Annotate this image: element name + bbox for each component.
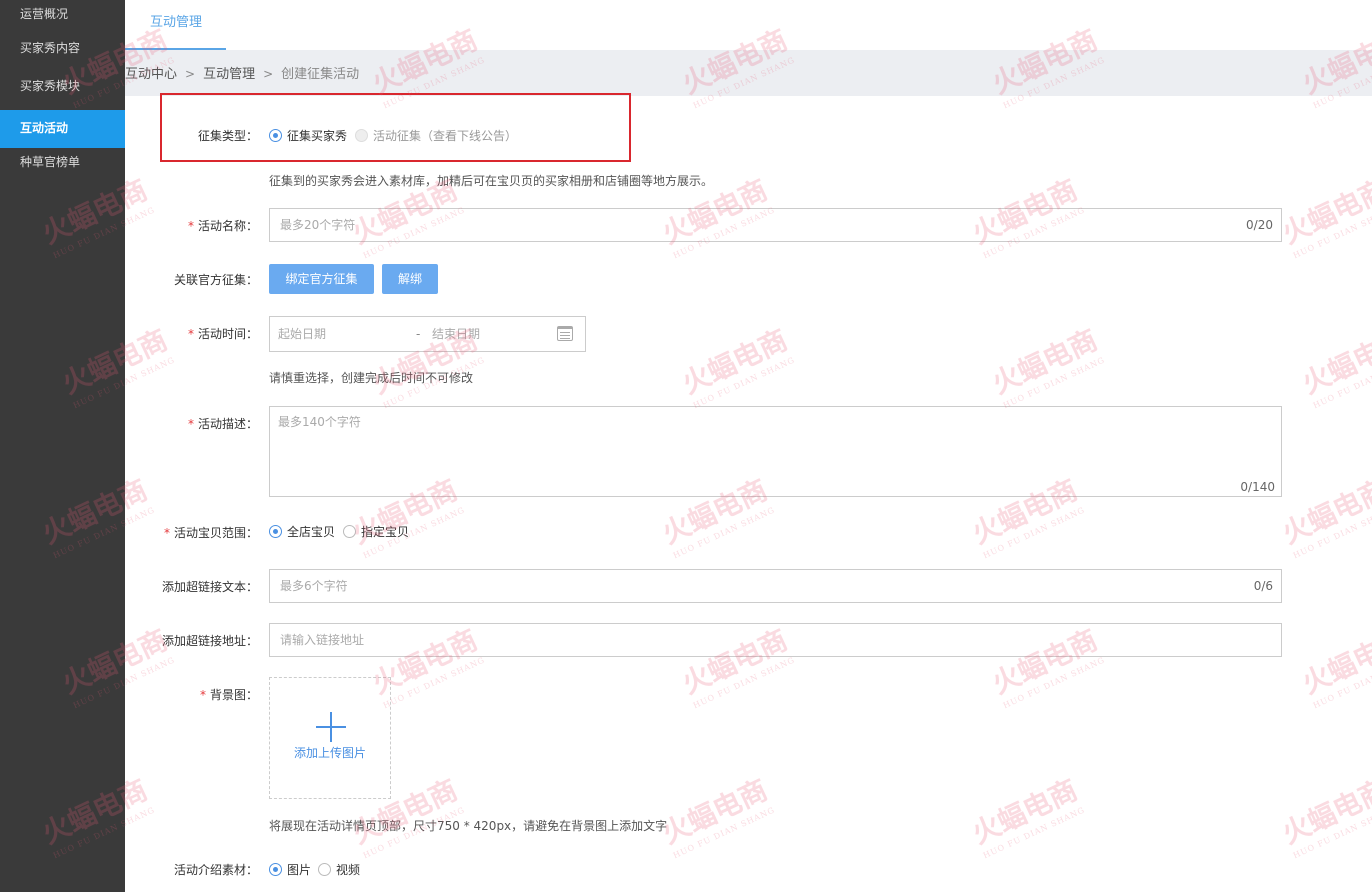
required-mark: * [187, 327, 194, 341]
activity-name-field: 0/20 [269, 208, 1282, 242]
link-url-label: 添加超链接地址： [161, 634, 258, 648]
intro-material-image-option[interactable]: 图片 [269, 861, 311, 878]
required-mark: * [187, 417, 194, 431]
date-range-picker: - [269, 316, 586, 352]
background-upload[interactable]: 添加上传图片 [269, 677, 391, 799]
option-label: 指定宝贝 [361, 525, 410, 539]
calendar-icon[interactable] [557, 326, 573, 341]
label-text: 活动名称： [197, 219, 258, 233]
option-label: 活动征集（查看下线公告） [373, 129, 518, 143]
end-date-input[interactable] [432, 317, 552, 351]
activity-name-counter: 0/20 [1246, 218, 1273, 232]
link-text-label: 添加超链接文本： [161, 580, 258, 594]
tab-interaction-management[interactable]: 互动管理 [125, 0, 226, 50]
bind-official-button[interactable]: 绑定官方征集 [269, 264, 374, 294]
collect-type-label: 征集类型： [197, 129, 258, 143]
option-label: 图片 [287, 863, 312, 877]
plus-icon [316, 712, 346, 742]
breadcrumb-interaction-center[interactable]: 互动中心 [125, 67, 177, 82]
activity-time-label: * 活动时间： [128, 325, 258, 342]
label-text: 背景图： [209, 688, 258, 702]
link-url-field [269, 623, 1282, 657]
item-scope-all-option[interactable]: 全店宝贝 [269, 523, 335, 540]
radio-unselected-icon [318, 863, 331, 876]
breadcrumb-current: 创建征集活动 [281, 67, 360, 82]
description-label: * 活动描述： [128, 415, 258, 432]
required-mark: * [199, 688, 206, 702]
radio-disabled-icon [355, 129, 368, 142]
item-scope-specified-option[interactable]: 指定宝贝 [343, 523, 409, 540]
unbind-button[interactable]: 解绑 [382, 264, 438, 294]
background-label: * 背景图： [128, 686, 258, 703]
required-mark: * [187, 219, 194, 233]
option-label: 视频 [336, 863, 361, 877]
sidebar-item-buyer-show-content[interactable]: 买家秀内容 [0, 34, 125, 72]
activity-time-hint: 请慎重选择，创建完成后时间不可修改 [269, 371, 474, 385]
label-text: 活动宝贝范围： [173, 526, 258, 540]
description-field: 0/140 [269, 406, 1282, 497]
intro-material-video-option[interactable]: 视频 [318, 861, 360, 878]
start-date-input[interactable] [278, 317, 408, 351]
sidebar-item-seeding-ranking[interactable]: 种草官榜单 [0, 148, 125, 186]
breadcrumb-interaction-management[interactable]: 互动管理 [203, 67, 255, 82]
collect-type-buyer-show-option[interactable]: 征集买家秀 [269, 127, 347, 144]
sidebar: 运营概况 买家秀内容 买家秀模块 互动活动 种草官榜单 [0, 0, 125, 892]
label-text: 活动描述： [197, 417, 258, 431]
chevron-right-icon: > [185, 67, 196, 81]
radio-unselected-icon [343, 525, 356, 538]
radio-selected-icon [269, 129, 282, 142]
upload-label: 添加上传图片 [293, 746, 366, 760]
background-hint: 将展现在活动详情页顶部，尺寸750 * 420px，请避免在背景图上添加文字 [269, 819, 668, 833]
sidebar-item-overview[interactable]: 运营概况 [0, 0, 125, 34]
activity-name-label: * 活动名称： [128, 217, 258, 234]
link-text-field: 0/6 [269, 569, 1282, 603]
label-text: 活动时间： [197, 327, 258, 341]
radio-selected-icon [269, 863, 282, 876]
description-counter: 0/140 [1240, 480, 1275, 494]
breadcrumb: 互动中心 > 互动管理 > 创建征集活动 [125, 50, 1372, 96]
official-collect-label: 关联官方征集： [173, 273, 258, 287]
tab-bar: 互动管理 [125, 0, 1372, 50]
chevron-right-icon: > [263, 67, 274, 81]
collect-type-hint: 征集到的买家秀会进入素材库，加精后可在宝贝页的买家相册和店铺圈等地方展示。 [269, 174, 714, 188]
description-textarea[interactable] [270, 407, 1281, 496]
link-text-input[interactable] [270, 570, 1281, 602]
link-text-counter: 0/6 [1253, 579, 1273, 593]
sidebar-item-interactive-activity[interactable]: 互动活动 [0, 110, 125, 148]
date-separator: - [416, 327, 421, 341]
activity-name-input[interactable] [270, 209, 1281, 241]
link-url-input[interactable] [270, 624, 1281, 656]
item-scope-label: * 活动宝贝范围： [128, 524, 258, 541]
option-label: 全店宝贝 [287, 525, 336, 539]
option-label: 征集买家秀 [287, 129, 348, 143]
intro-material-label: 活动介绍素材： [173, 863, 258, 877]
required-mark: * [163, 526, 170, 540]
main-content: 互动管理 互动中心 > 互动管理 > 创建征集活动 征集类型： 征集买家秀 活动征集（查… [125, 0, 1372, 892]
radio-selected-icon [269, 525, 282, 538]
collect-type-activity-option: 活动征集（查看下线公告） [355, 127, 517, 144]
sidebar-item-buyer-show-module[interactable]: 买家秀模块 [0, 72, 125, 110]
